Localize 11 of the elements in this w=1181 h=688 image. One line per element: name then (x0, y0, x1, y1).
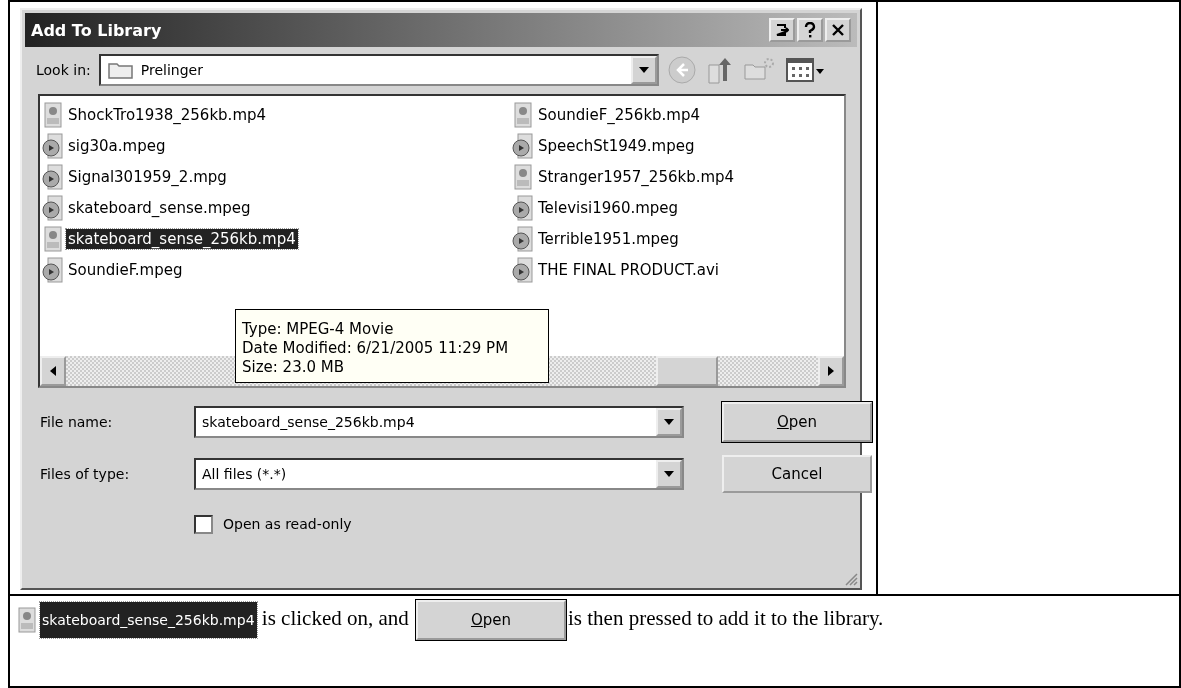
window-title: Add To Library (31, 20, 162, 40)
tooltip-line: Size: 23.0 MB (242, 358, 345, 376)
file-name-label: File name: (40, 414, 114, 430)
tooltip-line: Date Modified: 6/21/2005 11:29 PM (242, 339, 510, 357)
file-type-label: Files of type: (40, 466, 131, 482)
read-only-label: Open as read-only (223, 516, 352, 532)
selected-file-item: skateboard_sense_256kb.mp4 (40, 602, 257, 638)
caption-text: is then pressed to add it to the library. (568, 605, 884, 630)
look-in-label: Look in: (36, 62, 91, 78)
caption-text: is clicked on, and (261, 605, 409, 630)
tooltip-line: Type: MPEG-4 Movie (242, 320, 395, 338)
